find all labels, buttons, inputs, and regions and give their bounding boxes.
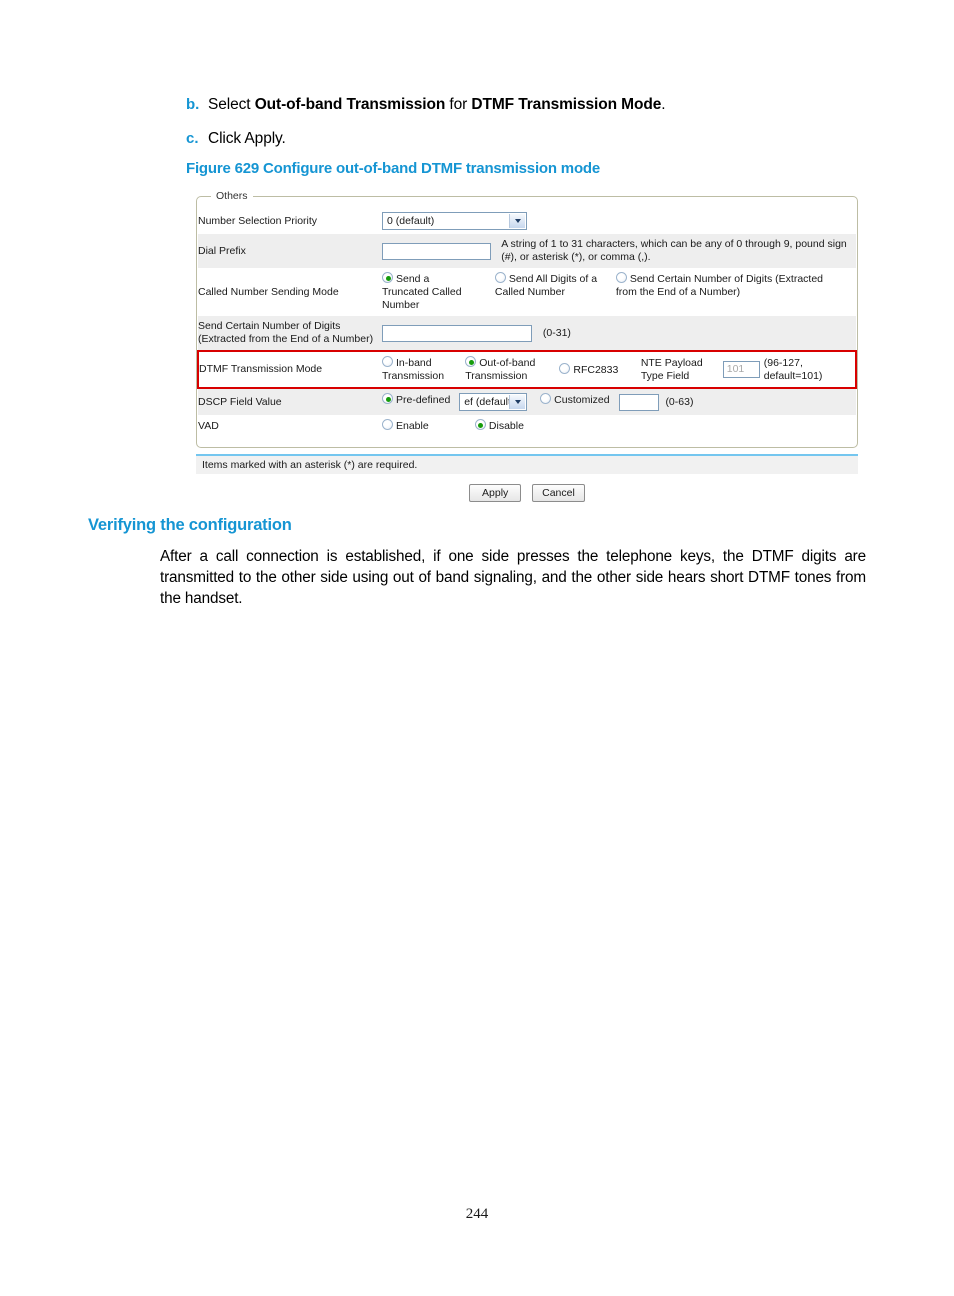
value-dial-prefix: A string of 1 to 31 characters, which ca…: [382, 234, 856, 268]
radio-label-predefined: Pre-defined: [396, 394, 451, 406]
radio-icon-send-truncated[interactable]: [382, 272, 393, 283]
form-action-buttons: Apply Cancel: [196, 484, 858, 502]
radio-icon-send-certain-digits[interactable]: [615, 272, 627, 283]
radio-label-vad-disable: Disable: [488, 420, 524, 432]
radio-label-send-all-digits: Send All Digits of a Called Number: [494, 273, 598, 298]
label-called-number-sending-mode: Called Number Sending Mode: [198, 285, 339, 298]
row-dial-prefix: Dial Prefix A string of 1 to 31 characte…: [198, 234, 856, 268]
section-heading-verifying-configuration: Verifying the configuration: [88, 516, 292, 534]
label-dial-prefix: Dial Prefix: [198, 234, 382, 268]
radio-label-send-truncated: Send a Truncated Called Number: [382, 273, 462, 311]
dscp-predefined-select-value: ef (default: [464, 396, 511, 408]
number-selection-priority-select-value: 0 (default): [387, 215, 435, 227]
dial-prefix-hint: A string of 1 to 31 characters, which ca…: [501, 238, 847, 263]
apply-button[interactable]: Apply: [469, 484, 522, 502]
document-page: b. Select Out-of-band Transmission for D…: [0, 0, 954, 1296]
others-fieldset: Others Number Selection Priority 0 (defa…: [196, 190, 858, 448]
step-text-c: Click Apply.: [208, 130, 286, 147]
value-called-number-sending-mode: Send a Truncated Called Number Send All …: [382, 268, 856, 316]
row-called-number-sending-mode: Called Number Sending Mode Send a Trunca…: [198, 268, 856, 316]
radio-label-rfc2833: RFC2833: [573, 363, 619, 376]
step-marker-c: c.: [186, 130, 199, 147]
radio-icon-predefined[interactable]: [382, 393, 393, 404]
cancel-button[interactable]: Cancel: [532, 484, 585, 502]
nte-payload-type-input[interactable]: 101: [722, 361, 760, 378]
value-dtmf-transmission-mode: In-band Transmission Out-of-band Transmi…: [382, 350, 857, 389]
page-number: 244: [465, 1206, 489, 1222]
step-item-b: b. Select Out-of-band Transmission for D…: [186, 96, 886, 114]
figure-caption: Figure 629 Configure out-of-band DTMF tr…: [186, 160, 601, 177]
radio-icon-rfc2833[interactable]: [559, 362, 571, 374]
radio-option-rfc2833[interactable]: RFC2833: [559, 362, 622, 377]
dscp-customized-input[interactable]: [618, 393, 659, 411]
label-dscp-field-value: DSCP Field Value: [198, 388, 382, 415]
radio-label-vad-enable: Enable: [396, 420, 429, 432]
radio-icon-vad-enable[interactable]: [382, 419, 393, 430]
nte-payload-type-range: (96-127, default=101): [763, 356, 823, 382]
row-dtmf-transmission-mode: DTMF Transmission Mode In-band Transmiss…: [197, 350, 857, 389]
dscp-predefined-select[interactable]: ef (default: [459, 393, 528, 411]
step-list: b. Select Out-of-band Transmission for D…: [186, 96, 886, 164]
dscp-range: (0-63): [665, 395, 694, 408]
send-certain-digits-input[interactable]: [382, 324, 532, 342]
dial-prefix-input[interactable]: [382, 242, 492, 260]
nte-payload-type-label: NTE Payload Type Field: [640, 356, 703, 382]
embedded-screenshot: Others Number Selection Priority 0 (defa…: [196, 190, 858, 502]
radio-icon-vad-disable[interactable]: [474, 419, 486, 430]
voice-settings-form: Number Selection Priority 0 (default) Di…: [197, 208, 857, 437]
value-send-certain-number-of-digits: (0-31): [382, 316, 856, 351]
send-certain-digits-range: (0-31): [542, 326, 571, 339]
radio-option-vad-enable[interactable]: Enable: [382, 419, 458, 433]
radio-option-in-band[interactable]: In-band Transmission: [382, 356, 447, 383]
radio-option-send-certain-digits[interactable]: Send Certain Number of Digits (Extracted…: [615, 272, 838, 299]
radio-option-predefined[interactable]: Pre-defined: [382, 393, 450, 407]
radio-icon-out-of-band[interactable]: [465, 356, 477, 367]
value-vad: Enable Disable: [382, 415, 856, 437]
label-dtmf-transmission-mode: DTMF Transmission Mode: [197, 350, 382, 389]
value-dscp-field-value: Pre-defined ef (default Customized (0-63…: [382, 388, 856, 415]
chevron-down-icon: [509, 395, 526, 409]
label-vad: VAD: [198, 419, 219, 432]
radio-icon-customized[interactable]: [540, 393, 552, 404]
row-number-selection-priority: Number Selection Priority 0 (default): [198, 208, 856, 234]
radio-icon-send-all-digits[interactable]: [494, 272, 506, 283]
required-items-note: Items marked with an asterisk (*) are re…: [196, 454, 858, 474]
step-marker-b: b.: [186, 96, 200, 113]
radio-icon-in-band[interactable]: [382, 356, 393, 367]
step-item-c: c. Click Apply.: [186, 130, 886, 148]
label-send-certain-number-of-digits: Send Certain Number of Digits (Extracted…: [198, 316, 382, 351]
value-number-selection-priority: 0 (default): [382, 208, 856, 234]
radio-label-send-certain-digits: Send Certain Number of Digits (Extracted…: [615, 273, 824, 298]
radio-option-send-all-digits[interactable]: Send All Digits of a Called Number: [494, 272, 599, 299]
row-vad: VAD Enable Disable: [198, 415, 856, 437]
others-legend: Others: [216, 190, 248, 202]
radio-option-customized[interactable]: Customized: [540, 393, 610, 407]
row-send-certain-number-of-digits: Send Certain Number of Digits (Extracted…: [198, 316, 856, 351]
chevron-down-icon: [509, 214, 525, 228]
label-number-selection-priority: Number Selection Priority: [198, 214, 318, 227]
step-text-b: Select Out-of-band Transmission for DTMF…: [208, 96, 666, 113]
body-paragraph: After a call connection is established, …: [160, 548, 866, 607]
row-dscp-field-value: DSCP Field Value Pre-defined ef (default…: [198, 388, 856, 415]
radio-option-send-truncated[interactable]: Send a Truncated Called Number: [382, 272, 478, 312]
radio-option-out-of-band[interactable]: Out-of-band Transmission: [465, 356, 541, 383]
radio-option-vad-disable[interactable]: Disable: [474, 419, 524, 433]
radio-label-customized: Customized: [554, 394, 610, 406]
number-selection-priority-select[interactable]: 0 (default): [382, 212, 527, 230]
